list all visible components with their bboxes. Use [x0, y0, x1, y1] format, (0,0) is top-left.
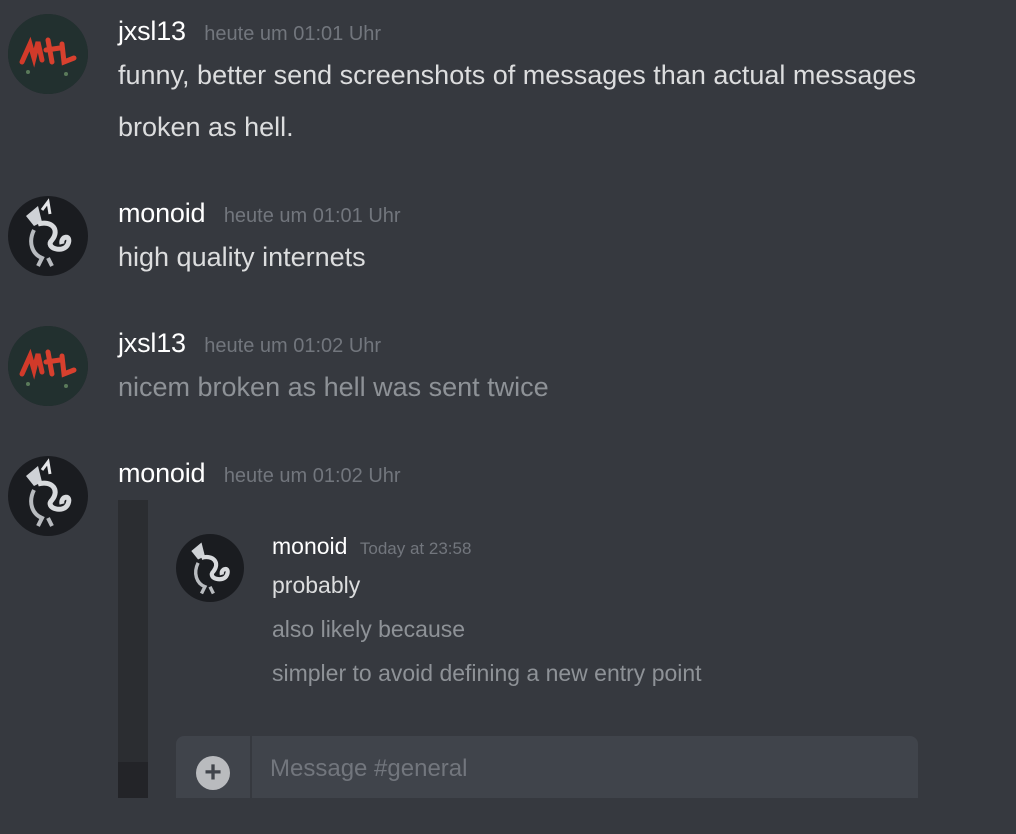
- message-text: high quality internets: [118, 242, 366, 272]
- embedded-message-input: [268, 750, 892, 788]
- embedded-message-composer: +: [176, 736, 918, 798]
- username[interactable]: monoid: [118, 198, 206, 228]
- message-header: jxsl13 heute um 01:01 Uhr: [118, 16, 381, 47]
- message-text: broken as hell.: [118, 112, 294, 142]
- username[interactable]: monoid: [118, 458, 206, 488]
- timestamp: heute um 01:02 Uhr: [223, 465, 401, 487]
- avatar-image: [8, 456, 88, 536]
- user-avatar-monoid[interactable]: [8, 196, 88, 276]
- embedded-user-avatar: [176, 534, 244, 602]
- timestamp: heute um 01:02 Uhr: [204, 335, 382, 357]
- timestamp: heute um 01:01 Uhr: [204, 23, 382, 45]
- embedded-message-text: also likely because: [272, 616, 466, 642]
- message-text: nicem broken as hell was sent twice: [118, 372, 549, 402]
- plus-circle-icon: +: [196, 756, 230, 790]
- username[interactable]: jxsl13: [118, 328, 186, 358]
- timestamp: heute um 01:01 Uhr: [223, 205, 401, 227]
- embedded-timestamp: Today at 23:58: [359, 539, 472, 558]
- username[interactable]: jxsl13: [118, 16, 186, 46]
- user-avatar-monoid[interactable]: [8, 456, 88, 536]
- embedded-message-header: monoid Today at 23:58: [272, 533, 471, 560]
- embedded-username: monoid: [272, 533, 348, 559]
- avatar-image: [8, 14, 88, 94]
- user-avatar-jxsl13[interactable]: [8, 326, 88, 406]
- message-header: monoid heute um 01:01 Uhr: [118, 198, 401, 229]
- attachment-sidebar-bottom: [118, 762, 148, 798]
- message-text: funny, better send screenshots of messag…: [118, 60, 916, 90]
- embedded-message-text: probably: [272, 572, 361, 598]
- avatar-image: [8, 196, 88, 276]
- user-avatar-jxsl13[interactable]: [8, 14, 88, 94]
- message-header: jxsl13 heute um 01:02 Uhr: [118, 328, 381, 359]
- message-header: monoid heute um 01:02 Uhr: [118, 458, 401, 489]
- embedded-message-text: simpler to avoid defining a new entry po…: [272, 660, 702, 686]
- composer-divider: [250, 736, 252, 798]
- avatar-image: [8, 326, 88, 406]
- attachment-sidebar: [118, 500, 148, 798]
- avatar-image: [176, 534, 244, 602]
